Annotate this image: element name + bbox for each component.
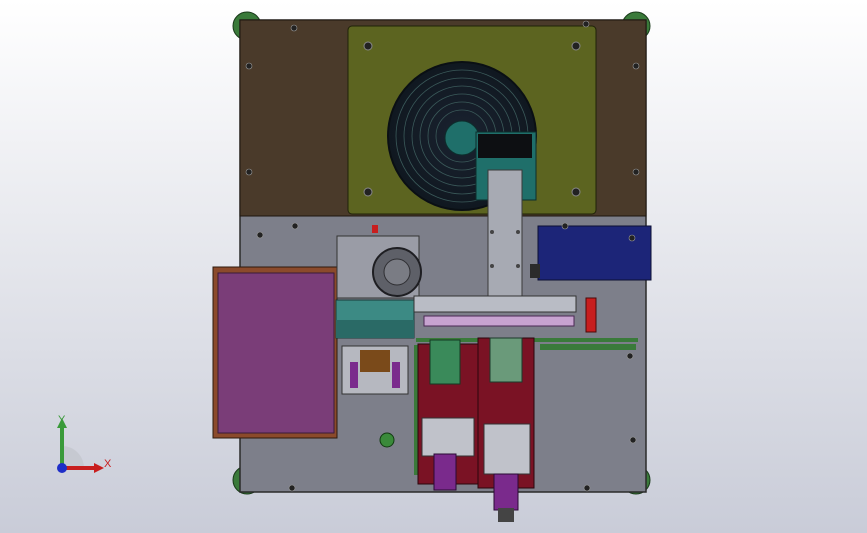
teal-carriage-lower	[336, 320, 414, 338]
left-green-unit	[429, 339, 461, 385]
green-rail-left	[414, 345, 418, 475]
clamp-block	[360, 350, 390, 372]
control-box-bracket	[530, 264, 540, 278]
green-rail-right	[540, 344, 636, 350]
y-axis-label: Y	[58, 414, 66, 426]
clamp-purple-right	[392, 362, 400, 388]
indicator-light	[372, 225, 378, 233]
left-actuator-end	[433, 453, 457, 491]
x-axis-label: X	[104, 458, 112, 470]
green-knob	[379, 432, 395, 448]
vertical-guide[interactable]	[487, 169, 523, 307]
duct-opening	[478, 134, 532, 158]
right-green-unit	[489, 337, 523, 383]
actuator-tip	[498, 508, 514, 522]
right-cylinder	[483, 423, 531, 475]
cad-viewport[interactable]: Y X	[0, 0, 867, 533]
right-actuator-end	[493, 473, 519, 511]
motor-shaft	[383, 258, 411, 286]
cad-model-view[interactable]	[0, 0, 867, 533]
end-stop	[585, 297, 597, 333]
control-box[interactable]	[537, 225, 652, 281]
linear-rail[interactable]	[413, 295, 577, 313]
rail-carriage	[423, 315, 575, 327]
fan-hub	[444, 120, 480, 156]
left-cylinder	[421, 417, 475, 457]
clamp-purple-left	[350, 362, 358, 388]
side-box-panel	[217, 272, 335, 434]
